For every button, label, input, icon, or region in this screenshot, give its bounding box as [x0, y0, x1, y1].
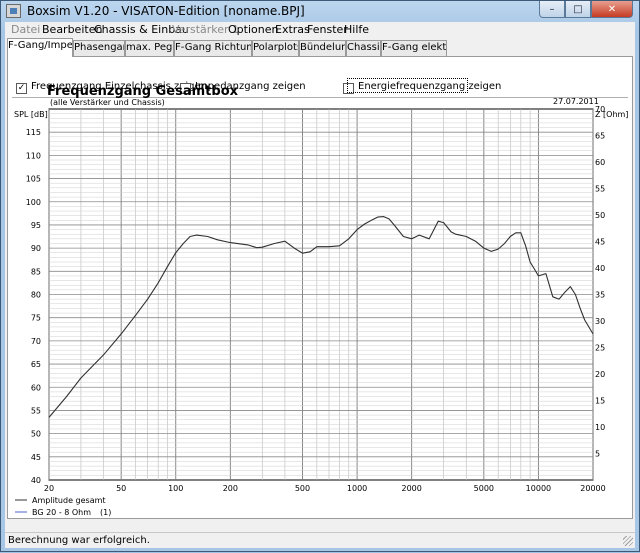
chart-subtitle: (alle Verstärker und Chassis) [50, 98, 165, 107]
y2-tick-label: 15 [595, 397, 605, 406]
chart-date: 27.07.2011 [553, 97, 599, 106]
y-tick-label: 115 [26, 128, 41, 137]
y-axis-label: SPL [dB] [14, 110, 48, 119]
x-tick-label: 5000 [474, 484, 494, 493]
y-tick-label: 70 [31, 337, 41, 346]
x-tick-label: 500 [295, 484, 310, 493]
y2-tick-label: 40 [595, 264, 605, 273]
y-tick-label: 80 [31, 291, 41, 300]
y-tick-label: 50 [31, 430, 41, 439]
y-tick-label: 105 [26, 175, 41, 184]
x-tick-label: 50 [116, 484, 126, 493]
x-tick-label: 10000 [526, 484, 551, 493]
legend-suffix: (1) [100, 508, 111, 517]
y-tick-label: 85 [31, 267, 41, 276]
y-tick-label: 95 [31, 221, 41, 230]
legend-label: BG 20 - 8 Ohm [32, 508, 91, 517]
y-tick-label: 110 [26, 151, 41, 160]
y2-tick-label: 65 [595, 132, 605, 141]
x-tick-label: 200 [223, 484, 238, 493]
x-tick-label: 20000 [580, 484, 605, 493]
y-tick-label: 65 [31, 360, 41, 369]
x-tick-label: 1000 [347, 484, 367, 493]
x-tick-label: 2000 [401, 484, 421, 493]
y2-axis-label: Z [Ohm] [595, 110, 628, 119]
tab-f-gang-imped[interactable]: F-Gang/Imped. [7, 38, 73, 57]
y-tick-label: 60 [31, 383, 41, 392]
x-tick-label: 20 [44, 484, 54, 493]
y-tick-label: 75 [31, 314, 41, 323]
y2-tick-label: 5 [595, 450, 600, 459]
y-tick-label: 40 [31, 476, 41, 485]
app-window: Boxsim V1.20 - VISATON-Edition [noname.B… [0, 0, 640, 552]
legend-label: Amplitude gesamt [32, 496, 106, 505]
chart-title: Frequenzgang Gesamtbox [47, 84, 239, 99]
y2-tick-label: 30 [595, 317, 605, 326]
y2-tick-label: 55 [595, 185, 605, 194]
y-tick-label: 45 [31, 453, 41, 462]
y2-tick-label: 60 [595, 158, 605, 167]
y2-tick-label: 50 [595, 211, 605, 220]
y2-tick-label: 25 [595, 344, 605, 353]
y-tick-label: 90 [31, 244, 41, 253]
y-tick-label: 55 [31, 406, 41, 415]
y2-tick-label: 20 [595, 370, 605, 379]
y2-tick-label: 45 [595, 238, 605, 247]
y2-tick-label: 10 [595, 423, 605, 432]
status-bar: Berechnung war erfolgreich. [5, 532, 635, 548]
y2-tick-label: 35 [595, 291, 605, 300]
x-tick-label: 100 [168, 484, 183, 493]
resize-grip-icon[interactable] [623, 536, 633, 546]
y-tick-label: 100 [26, 198, 41, 207]
